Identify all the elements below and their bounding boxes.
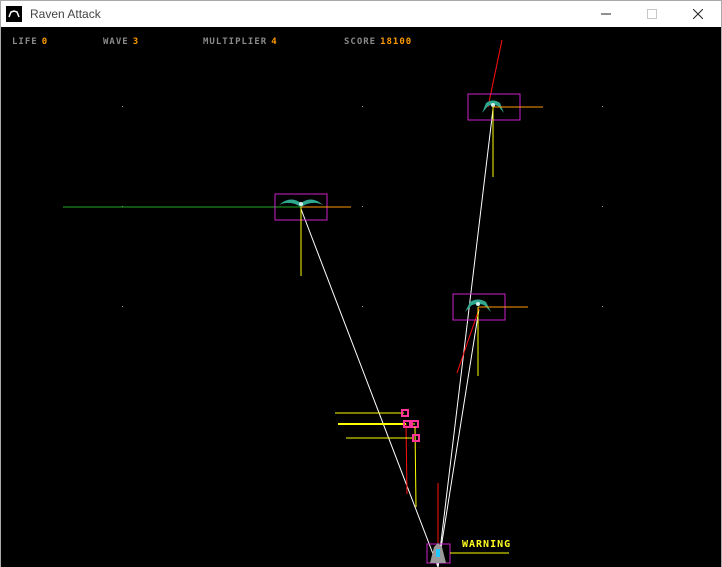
close-button[interactable] — [675, 1, 721, 27]
title-bar[interactable]: Raven Attack — [1, 1, 721, 27]
game-canvas[interactable]: LIFE 0 WAVE 3 MULTIPLIER 4 SCORE 18100 WARNI… — [1, 27, 721, 567]
minimize-button[interactable] — [583, 1, 629, 27]
life-label: LIFE — [12, 37, 38, 47]
warning-text: WARNING — [462, 539, 512, 550]
projectile — [335, 409, 409, 417]
window-title: Raven Attack — [30, 7, 101, 21]
score-value: 18100 — [380, 37, 413, 47]
hud-score: SCORE 18100 — [344, 37, 412, 47]
game-window: Raven Attack LIFE 0 WAVE 3 MULTIPLIER 4 … — [0, 0, 722, 567]
game-scene — [63, 39, 603, 567]
projectile — [338, 420, 411, 428]
life-value: 0 — [41, 37, 49, 47]
raven-enemy — [274, 193, 351, 276]
projectile — [411, 420, 419, 508]
raven-enemy — [452, 293, 528, 376]
score-label: SCORE — [344, 37, 377, 47]
multiplier-value: 4 — [271, 37, 278, 47]
target-lines — [300, 108, 494, 567]
hud-multiplier: MULTIPLIER 4 — [203, 37, 278, 47]
projectile — [346, 434, 420, 442]
hud-wave: WAVE 3 — [103, 37, 139, 47]
wave-value: 3 — [132, 37, 140, 47]
multiplier-label: MULTIPLIER — [203, 37, 268, 47]
maximize-button[interactable] — [629, 1, 675, 27]
raven-app-icon — [6, 6, 22, 22]
hud-life: LIFE 0 — [12, 37, 48, 47]
raven-enemy — [467, 93, 543, 177]
wave-label: WAVE — [103, 37, 129, 47]
